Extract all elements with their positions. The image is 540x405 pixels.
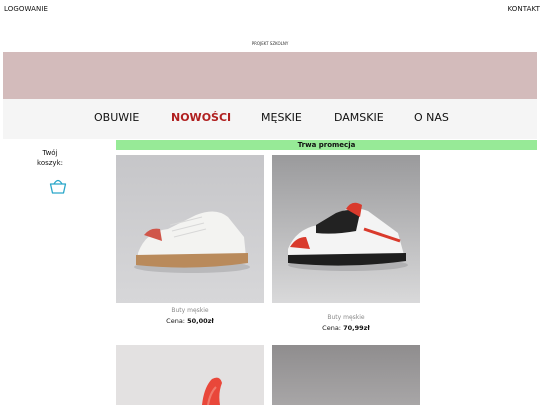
product-category-2: Buty męskie <box>327 314 365 321</box>
promo-banner: Trwa promecja <box>116 140 537 150</box>
price-prefix: Cena: <box>322 324 341 332</box>
shopping-basket-icon[interactable] <box>48 176 68 196</box>
main-nav: OBUWIE NOWOŚCI MĘSKIE DAMSKIE O NAS <box>3 99 537 139</box>
nav-item-nowosci[interactable]: NOWOŚCI <box>171 111 231 124</box>
price-value: 50,00zł <box>187 317 214 325</box>
site-subtitle: PROJEKT SZKOLNY <box>251 41 289 46</box>
nav-item-meskie[interactable]: MĘSKIE <box>261 111 302 124</box>
nav-item-obuwie[interactable]: OBUWIE <box>94 111 139 124</box>
shoe-image <box>272 345 420 405</box>
product-image-1[interactable] <box>116 155 264 303</box>
header-banner <box>3 52 537 99</box>
nav-item-damskie[interactable]: DAMSKIE <box>334 111 384 124</box>
shoe-image <box>116 345 264 405</box>
login-link[interactable]: LOGOWANIE <box>4 5 48 13</box>
top-bar: LOGOWANIE KONTAKT <box>0 0 540 20</box>
product-category-1: Buty męskie <box>171 307 209 314</box>
sneaker-image <box>116 155 264 303</box>
cart-label-line2: koszyk: <box>37 159 63 167</box>
price-prefix: Cena: <box>166 317 185 325</box>
product-image-4[interactable] <box>272 345 420 405</box>
contact-link[interactable]: KONTAKT <box>508 5 540 13</box>
product-price-2: Cena: 70,99zł <box>272 324 420 332</box>
nav-item-o-nas[interactable]: O NAS <box>414 111 449 124</box>
sneaker-image <box>272 155 420 303</box>
cart-label-line1: Twój <box>42 149 58 157</box>
product-image-2[interactable] <box>272 155 420 303</box>
product-price-1: Cena: 50,00zł <box>116 317 264 325</box>
cart-label: Twój koszyk: <box>30 148 70 168</box>
price-value: 70,99zł <box>343 324 370 332</box>
product-image-3[interactable] <box>116 345 264 405</box>
